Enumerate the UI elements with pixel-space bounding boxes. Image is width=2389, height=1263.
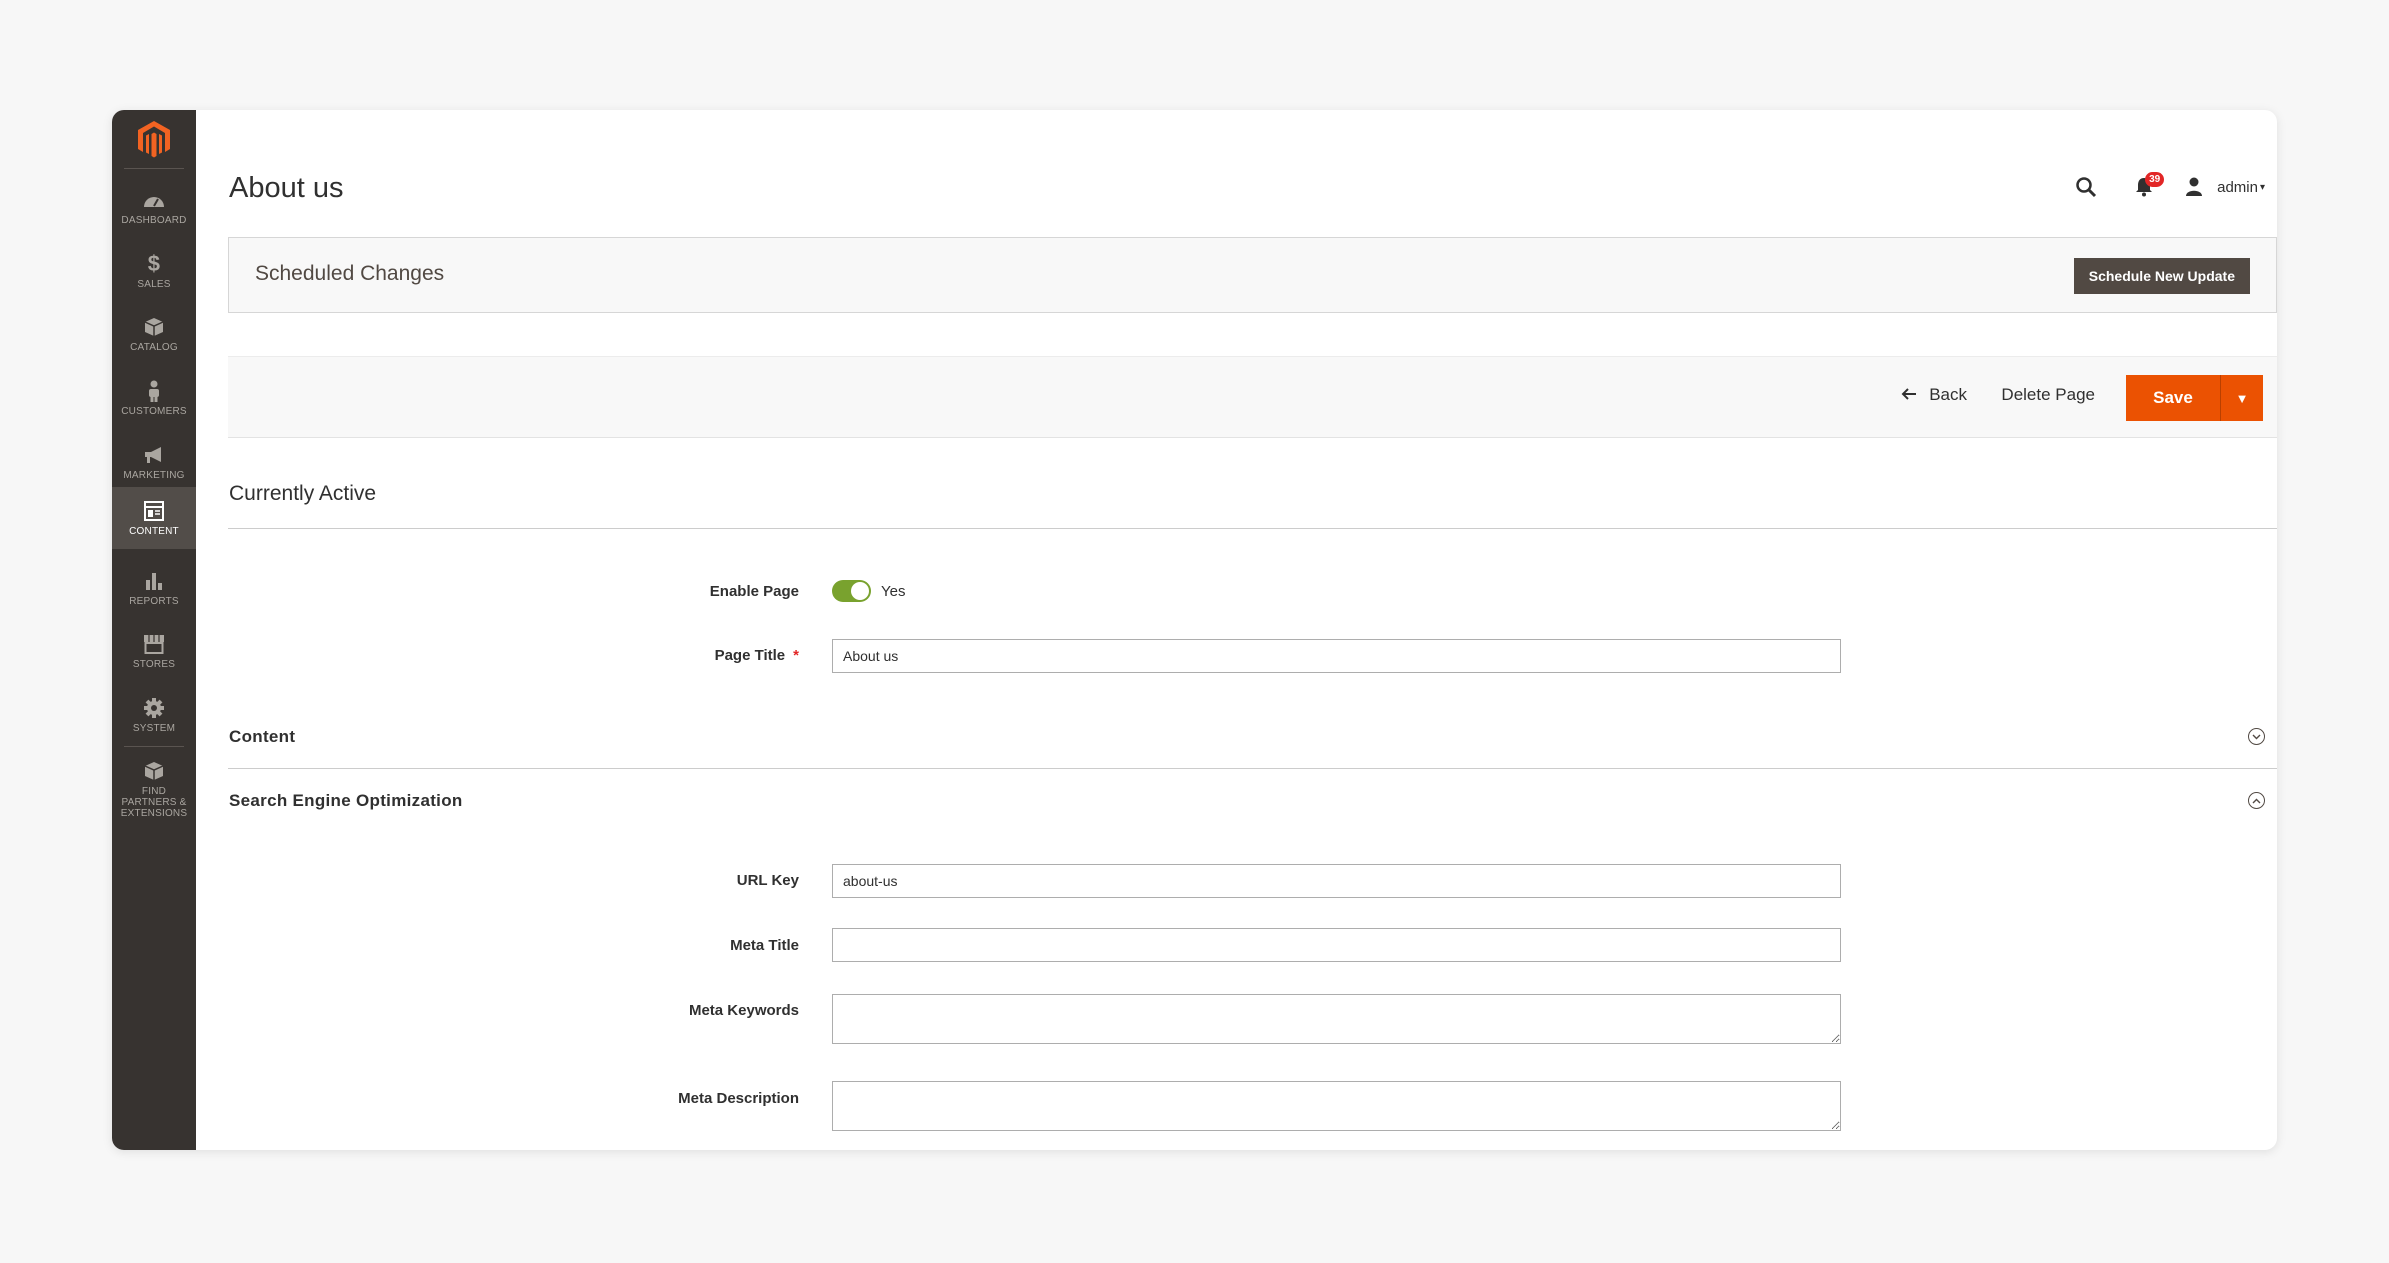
save-options-toggle[interactable]: ▼ <box>2220 375 2263 421</box>
meta-description-label: Meta Description <box>678 1090 799 1107</box>
sidebar-item-reports[interactable]: REPORTS <box>112 557 196 619</box>
layout-icon <box>143 500 165 522</box>
meta-description-textarea[interactable] <box>832 1081 1841 1131</box>
megaphone-icon <box>143 444 165 466</box>
sidebar-item-catalog[interactable]: CATALOG <box>112 303 196 365</box>
section-title-currently-active: Currently Active <box>229 482 377 505</box>
sidebar-item-system[interactable]: SYSTEM <box>112 684 196 746</box>
meta-title-input[interactable] <box>832 928 1841 962</box>
section-divider <box>228 768 2277 769</box>
save-button-group: Save ▼ <box>2126 375 2263 421</box>
store-icon <box>143 633 165 655</box>
person-icon <box>143 380 165 402</box>
sidebar-item-label: DASHBOARD <box>121 214 187 226</box>
url-key-label: URL Key <box>736 872 799 889</box>
content-section-header[interactable]: Content <box>229 727 295 747</box>
sidebar-item-label: MARKETING <box>123 469 185 481</box>
gear-icon <box>143 697 165 719</box>
page-title-label: Page Title * <box>499 647 799 664</box>
page-title-input[interactable] <box>832 639 1841 673</box>
arrow-left-icon <box>1901 385 1917 405</box>
search-icon[interactable] <box>2071 172 2101 202</box>
cube-icon <box>143 760 165 782</box>
admin-sidebar: DASHBOARD $ SALES CATALOG CUSTOMERS MARK… <box>112 110 196 1150</box>
page-title-label-text: Page Title <box>714 647 786 664</box>
sidebar-divider <box>124 746 184 747</box>
dashboard-icon <box>143 189 165 211</box>
meta-keywords-label: Meta Keywords <box>688 1002 799 1019</box>
notification-count-badge: 39 <box>2145 172 2165 187</box>
back-button-label: Back <box>1929 385 1967 404</box>
magento-logo[interactable] <box>124 110 184 169</box>
collapse-seo-icon[interactable] <box>2248 792 2265 809</box>
sidebar-item-stores[interactable]: STORES <box>112 620 196 682</box>
enable-page-value: Yes <box>881 583 906 600</box>
magento-logo-icon <box>138 121 170 158</box>
sidebar-item-content[interactable]: CONTENT <box>112 487 196 549</box>
enable-page-toggle[interactable] <box>832 580 871 602</box>
caret-down-icon: ▼ <box>2235 390 2249 406</box>
main-content: About us 39 admin ▾ Scheduled Changes Sc… <box>196 110 2277 1150</box>
sidebar-item-label: SYSTEM <box>132 722 176 734</box>
sidebar-item-label: CONTENT <box>129 525 179 537</box>
url-key-input[interactable] <box>832 864 1841 898</box>
scheduled-changes-title: Scheduled Changes <box>255 262 445 285</box>
admin-user-menu[interactable]: admin <box>2217 179 2258 196</box>
bar-chart-icon <box>143 570 165 592</box>
sidebar-item-label: CUSTOMERS <box>121 405 187 417</box>
expand-content-icon[interactable] <box>2248 728 2265 745</box>
schedule-new-update-button[interactable]: Schedule New Update <box>2073 258 2250 294</box>
sidebar-item-label: CATALOG <box>130 341 178 353</box>
header-actions: 39 admin ▾ <box>2071 172 2265 202</box>
sidebar-item-label: SALES <box>137 278 171 290</box>
back-button[interactable]: Back <box>1901 385 1967 405</box>
sidebar-item-label: REPORTS <box>129 595 179 607</box>
notifications-button[interactable]: 39 <box>2129 172 2165 202</box>
admin-window: DASHBOARD $ SALES CATALOG CUSTOMERS MARK… <box>112 110 2277 1150</box>
page-title: About us <box>229 172 344 204</box>
save-button[interactable]: Save <box>2126 375 2220 421</box>
sidebar-item-dashboard[interactable]: DASHBOARD <box>112 176 196 238</box>
page-actions-bar: Back Delete Page Save ▼ <box>228 356 2277 438</box>
section-divider <box>228 528 2277 529</box>
box-icon <box>143 316 165 338</box>
dollar-icon: $ <box>147 251 161 276</box>
required-marker: * <box>793 647 799 664</box>
meta-keywords-textarea[interactable] <box>832 994 1841 1044</box>
sidebar-item-label: FIND PARTNERS & EXTENSIONS <box>120 785 188 819</box>
sidebar-item-sales[interactable]: $ SALES <box>112 240 196 302</box>
user-icon[interactable] <box>2179 172 2209 202</box>
sidebar-item-label: STORES <box>132 658 176 670</box>
seo-section-header[interactable]: Search Engine Optimization <box>229 791 463 811</box>
meta-title-label: Meta Title <box>730 937 799 954</box>
sidebar-item-marketing[interactable]: MARKETING <box>112 431 196 493</box>
scheduled-changes-panel: Scheduled Changes Schedule New Update <box>228 237 2277 313</box>
chevron-down-icon[interactable]: ▾ <box>2260 182 2265 193</box>
sidebar-item-customers[interactable]: CUSTOMERS <box>112 367 196 429</box>
enable-page-label: Enable Page <box>709 583 799 600</box>
delete-page-button[interactable]: Delete Page <box>2001 385 2095 405</box>
sidebar-item-find-partners[interactable]: FIND PARTNERS & EXTENSIONS <box>112 753 196 825</box>
